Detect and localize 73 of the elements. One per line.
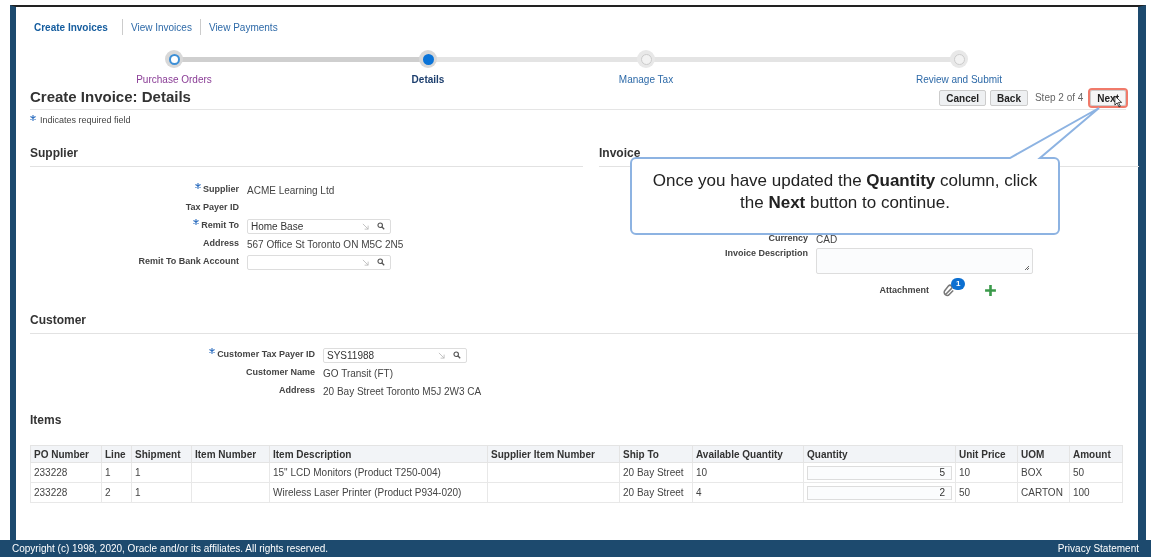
field-value: ACME Learning Ltd — [247, 183, 335, 198]
required-note: Indicates required field — [40, 114, 131, 127]
table-cell: 10 — [692, 462, 804, 483]
column-header[interactable]: UOM — [1017, 445, 1070, 463]
tab[interactable]: View Payments — [199, 19, 286, 35]
field-value: 567 Office St Toronto ON M5C 2N5 — [247, 237, 404, 252]
table-cell: 10 — [955, 462, 1018, 483]
step-label[interactable]: Details — [411, 72, 445, 87]
table-cell: 2 — [101, 482, 132, 503]
description-field[interactable] — [816, 248, 1033, 274]
field-label: Customer Name — [245, 366, 315, 380]
table-cell: 20 Bay Street — [619, 462, 693, 483]
step-label[interactable]: Review and Submit — [915, 72, 1003, 87]
table-cell: Wireless Laser Printer (Product P934-020) — [269, 482, 488, 503]
step-label[interactable]: Manage Tax — [618, 72, 674, 87]
resize-arrow-icon — [438, 351, 445, 359]
page-title: Create Invoice: Details — [30, 87, 191, 108]
column-header[interactable]: Shipment — [131, 445, 192, 463]
resize-arrow-icon — [362, 258, 369, 266]
table-cell: 20 Bay Street — [619, 482, 693, 503]
field-value: CAD — [816, 233, 838, 247]
table-cell: 1 — [131, 462, 192, 483]
table-cell: CARTON — [1017, 482, 1070, 503]
copyright-text: Copyright (c) 1998, 2020, Oracle and/or its affiliates. All rights reserved. — [12, 542, 329, 556]
table-cell: 233228 — [30, 482, 102, 503]
column-header[interactable]: Line — [101, 445, 132, 463]
table-cell: 50 — [955, 482, 1018, 503]
table-cell: 1 — [131, 482, 192, 503]
tab[interactable]: View Invoices — [121, 19, 200, 35]
column-header[interactable]: Item Description — [269, 445, 488, 463]
column-header[interactable]: Amount — [1069, 445, 1123, 463]
search-icon[interactable] — [453, 351, 461, 359]
table-cell: 4 — [692, 482, 804, 503]
column-header[interactable]: PO Number — [30, 445, 102, 463]
column-header[interactable]: Available Quantity — [692, 445, 804, 463]
field-label: Remit To Bank Account — [138, 255, 239, 269]
section-title: Items — [30, 412, 63, 429]
field-label: Remit To — [201, 219, 239, 233]
column-header[interactable]: Unit Price — [955, 445, 1018, 463]
table-cell: BOX — [1017, 462, 1070, 483]
field-label: Attachment — [879, 284, 929, 297]
section-title: Customer — [30, 311, 1138, 334]
callout-text: Once you have updated the Quantity column, click the Next button to continue. — [651, 170, 1039, 214]
table-cell: 1 — [101, 462, 132, 483]
column-header[interactable]: Supplier Item Number — [487, 445, 620, 463]
privacy-link[interactable]: Privacy Statement — [1057, 541, 1139, 556]
table-cell: 15" LCD Monitors (Product T250-004) — [269, 462, 488, 483]
field-value: 20 Bay Street Toronto M5J 2W3 CA — [323, 384, 482, 399]
search-icon[interactable] — [377, 222, 385, 230]
step-indicator: Step 2 of 4 — [1034, 91, 1084, 105]
table-cell: 233228 — [30, 462, 102, 483]
field-label: Invoice Description — [724, 247, 808, 260]
resize-arrow-icon — [362, 222, 369, 230]
field-label: Customer Tax Payer ID — [217, 348, 315, 362]
column-header[interactable]: Item Number — [191, 445, 270, 463]
column-header[interactable]: Quantity — [803, 445, 956, 463]
add-icon[interactable] — [984, 284, 997, 298]
step-label[interactable]: Purchase Orders — [136, 72, 212, 87]
column-header[interactable]: Ship To — [619, 445, 693, 463]
field-label: Supplier — [203, 183, 239, 197]
table-cell: 50 — [1069, 462, 1123, 483]
search-icon[interactable] — [377, 258, 385, 266]
table-cell: 100 — [1069, 482, 1123, 503]
field-label: Address — [279, 384, 315, 398]
field-label: Address — [203, 237, 239, 251]
section-title: Supplier — [30, 144, 583, 167]
field-label: Tax Payer ID — [185, 201, 239, 215]
field-label: Currency — [768, 232, 808, 245]
field-value: GO Transit (FT) — [323, 366, 393, 381]
tab[interactable]: Create Invoices — [26, 19, 116, 35]
resize-grip-icon[interactable] — [1024, 265, 1030, 271]
required-asterisk-icon — [30, 115, 36, 121]
paperclip-icon[interactable] — [943, 284, 956, 298]
